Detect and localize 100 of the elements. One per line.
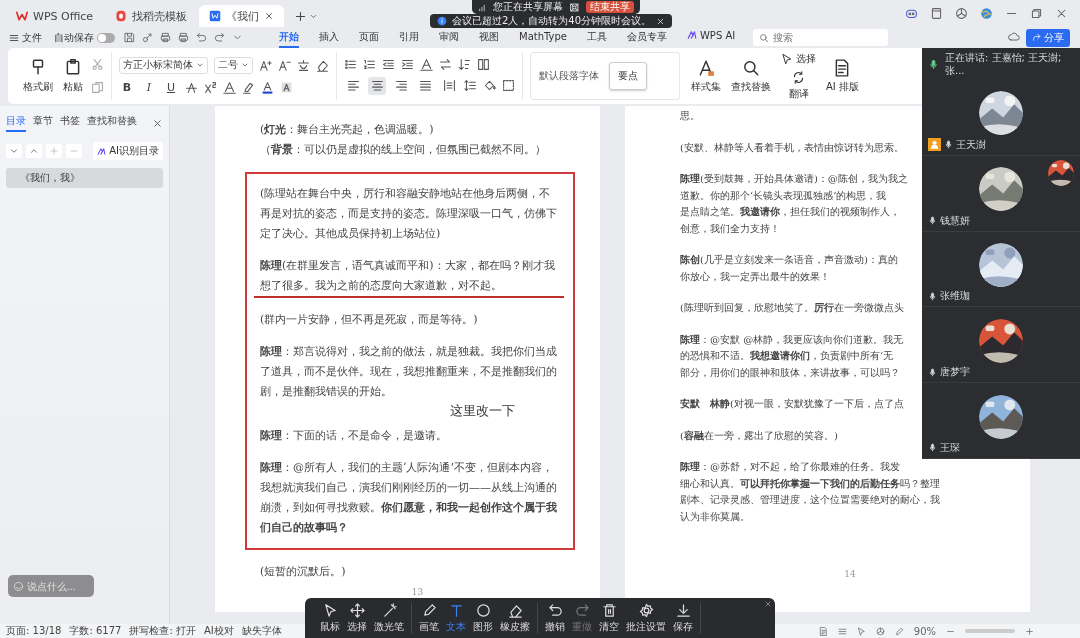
- bold-button[interactable]: B: [119, 79, 135, 96]
- window-icon[interactable]: [930, 7, 943, 20]
- italic-button[interactable]: I: [141, 79, 157, 96]
- align-center-button[interactable]: [368, 76, 386, 95]
- style-option[interactable]: 默认段落字体: [537, 63, 601, 89]
- ribbon-tab[interactable]: 会员专享: [627, 27, 667, 48]
- cube-icon[interactable]: [955, 7, 968, 20]
- bullet-list-icon[interactable]: [344, 57, 357, 71]
- status-item[interactable]: 页面: 13/18: [6, 624, 62, 638]
- format-painter-button[interactable]: 格式刷: [21, 56, 55, 96]
- ribbon-tab[interactable]: 视图: [479, 27, 499, 48]
- tool-button[interactable]: 鼠标: [318, 602, 342, 634]
- status-item[interactable]: 缺失字体: [241, 624, 282, 638]
- underline-button[interactable]: U: [163, 79, 179, 96]
- outline-item[interactable]: 《我们，我》: [6, 168, 163, 188]
- translate-button[interactable]: 翻译: [788, 70, 809, 101]
- sort-icon[interactable]: [458, 57, 471, 71]
- pen-icon[interactable]: [894, 626, 904, 636]
- ribbon-tab[interactable]: 插入: [319, 27, 339, 48]
- window-tab[interactable]: 找稻壳模板: [105, 5, 198, 27]
- tool-button[interactable]: 激光笔: [372, 602, 406, 634]
- tool-button[interactable]: 保存: [671, 602, 695, 634]
- comment-box[interactable]: 说点什么...: [8, 575, 94, 597]
- tool-button[interactable]: 批注设置: [624, 602, 668, 634]
- font-grow-icon[interactable]: [259, 58, 272, 72]
- style-set-button[interactable]: 样式集: [691, 58, 721, 94]
- tool-button[interactable]: 图形: [471, 602, 495, 634]
- border-icon[interactable]: [502, 79, 515, 92]
- window-tab[interactable]: 《我们: [199, 5, 285, 27]
- redo-icon[interactable]: [214, 32, 225, 43]
- zoom-in-icon[interactable]: [1025, 626, 1034, 636]
- ribbon-tab[interactable]: WPS AI: [687, 27, 736, 48]
- close-icon[interactable]: [764, 600, 772, 608]
- status-item[interactable]: 字数: 6177: [69, 624, 122, 638]
- ribbon-tab[interactable]: MathType: [519, 27, 567, 48]
- outline-view-icon[interactable]: [837, 626, 847, 636]
- ribbon-tab[interactable]: 引用: [399, 27, 419, 48]
- select-button[interactable]: 选择: [781, 51, 816, 66]
- status-item[interactable]: AI校对: [203, 624, 234, 638]
- line-spacing-icon[interactable]: [464, 79, 477, 92]
- panel-tab[interactable]: 章节: [33, 114, 53, 132]
- close-icon[interactable]: [656, 16, 666, 26]
- print-icon[interactable]: [160, 32, 171, 43]
- panel-tab[interactable]: 书签: [60, 114, 80, 132]
- tool-button[interactable]: 撤销: [543, 602, 567, 634]
- indent-icon[interactable]: [401, 57, 414, 71]
- ribbon-tab[interactable]: 页面: [359, 27, 379, 48]
- tool-button[interactable]: 文本: [444, 602, 468, 634]
- page-view-icon[interactable]: [818, 626, 828, 636]
- superscript-icon[interactable]: [204, 81, 217, 94]
- swap-icon[interactable]: [439, 57, 452, 71]
- share-button[interactable]: 分享: [1026, 28, 1070, 47]
- autosave-toggle[interactable]: [97, 32, 115, 43]
- link-icon[interactable]: [142, 32, 153, 43]
- status-item[interactable]: 拼写检查: 打开: [129, 624, 196, 638]
- close-icon[interactable]: [264, 11, 275, 21]
- outdent-icon[interactable]: [382, 57, 395, 71]
- save-icon[interactable]: [124, 32, 135, 43]
- robot-icon[interactable]: [905, 7, 918, 20]
- text-effect-icon[interactable]: [223, 81, 236, 94]
- find-replace-button[interactable]: 查找替换: [731, 58, 771, 94]
- undo-icon[interactable]: [196, 32, 207, 43]
- eraser-icon[interactable]: [316, 58, 329, 72]
- panel-tab[interactable]: 目录: [6, 114, 26, 132]
- close-icon[interactable]: [152, 117, 163, 129]
- ribbon-tab[interactable]: 审阅: [439, 27, 459, 48]
- tool-button[interactable]: 清空: [597, 602, 621, 634]
- character-shading-icon[interactable]: [280, 81, 293, 94]
- search-field[interactable]: 搜索: [753, 29, 889, 46]
- highlighter-icon[interactable]: [242, 81, 255, 94]
- font-shrink-icon[interactable]: [278, 58, 291, 72]
- window-tab[interactable]: WPS Office: [6, 5, 104, 27]
- paragraph: (安默、林静等人看着手机，表情由惊讶转为思索。: [680, 140, 904, 155]
- style-option[interactable]: 要点: [609, 62, 647, 90]
- logo-icon: [687, 29, 697, 40]
- close-icon[interactable]: [1055, 7, 1068, 20]
- ai-layout-button[interactable]: AI 排版: [826, 58, 859, 94]
- ribbon-tab[interactable]: 工具: [587, 27, 607, 48]
- microphone-icon: [928, 291, 937, 301]
- restore-icon[interactable]: [1030, 7, 1043, 20]
- new-tab-icon[interactable]: [294, 9, 308, 23]
- tool-button[interactable]: 橡皮擦: [498, 602, 532, 634]
- paint-bucket-icon[interactable]: [483, 79, 496, 92]
- cloud-icon[interactable]: [1008, 30, 1020, 43]
- size-dropdown[interactable]: 二号: [214, 56, 253, 74]
- file-menu[interactable]: 文件: [6, 30, 45, 45]
- paste-button[interactable]: 粘贴: [61, 56, 85, 96]
- numbered-list-icon[interactable]: [363, 57, 376, 71]
- stop-share-button[interactable]: 结束共享: [586, 1, 634, 13]
- ai-toc-button[interactable]: AI识别目录: [93, 142, 163, 160]
- globe-icon[interactable]: [980, 7, 993, 20]
- tool-button[interactable]: 画笔: [417, 602, 441, 634]
- comment-field[interactable]: 说点什么...: [27, 580, 89, 592]
- tool-button[interactable]: 选择: [345, 602, 369, 634]
- page-number: 14: [843, 567, 857, 581]
- font-color-icon[interactable]: [261, 81, 274, 94]
- columns-icon[interactable]: [477, 57, 490, 71]
- font-dropdown[interactable]: 方正小标宋简体: [119, 56, 208, 74]
- strikethrough-icon[interactable]: [185, 81, 198, 94]
- panel-tab[interactable]: 查找和替换: [87, 114, 137, 132]
